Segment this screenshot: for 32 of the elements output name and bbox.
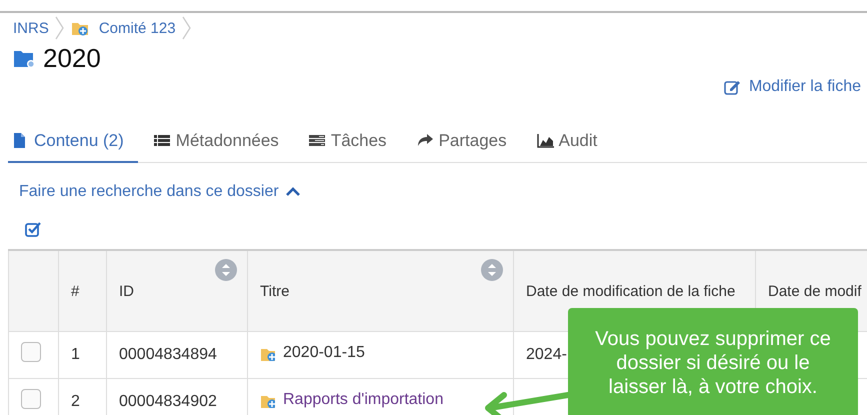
list-icon [154,132,171,149]
table-cell: 00004834902 [106,378,248,415]
select-all-icon[interactable] [25,221,41,237]
tasks-icon [308,132,326,149]
column-header[interactable]: ID [106,250,248,332]
chevron-icon [182,16,192,40]
title-link[interactable]: 2020-01-15 [260,344,365,362]
sort-icon [215,259,237,281]
table-cell: 1 [58,332,106,378]
row-checkbox[interactable] [21,342,41,362]
area-chart-icon [536,132,554,149]
sort-icon [481,259,503,281]
edit-link[interactable]: Modifier la fiche [724,75,861,99]
chevron-icon [54,16,65,40]
edit-icon [724,79,741,95]
tab[interactable]: Métadonnées [150,120,293,163]
row-checkbox[interactable] [21,389,41,409]
breadcrumb-link[interactable]: Comité 123 [70,19,176,37]
tab[interactable]: Tâches [304,120,401,163]
tab[interactable]: Audit [532,120,612,163]
tab[interactable]: Contenu (2) [8,120,138,163]
search-toggle[interactable]: Faire une recherche dans ce dossier [19,183,301,201]
column-header[interactable]: Titre [248,250,514,332]
column-header: # [58,250,106,332]
table-cell: 00004834894 [106,332,248,378]
breadcrumb-link[interactable]: INRS [13,20,49,36]
arrow-icon [485,392,571,415]
tab[interactable]: Partages [412,120,521,163]
callout: Vous pouvez supprimer ce dossier si désiré ou le laisser là, à votre choix. [568,308,858,415]
title-link[interactable]: Rapports d'importation [260,391,444,409]
folder-title: 2020 [43,42,101,74]
table-cell: 2 [58,378,106,415]
